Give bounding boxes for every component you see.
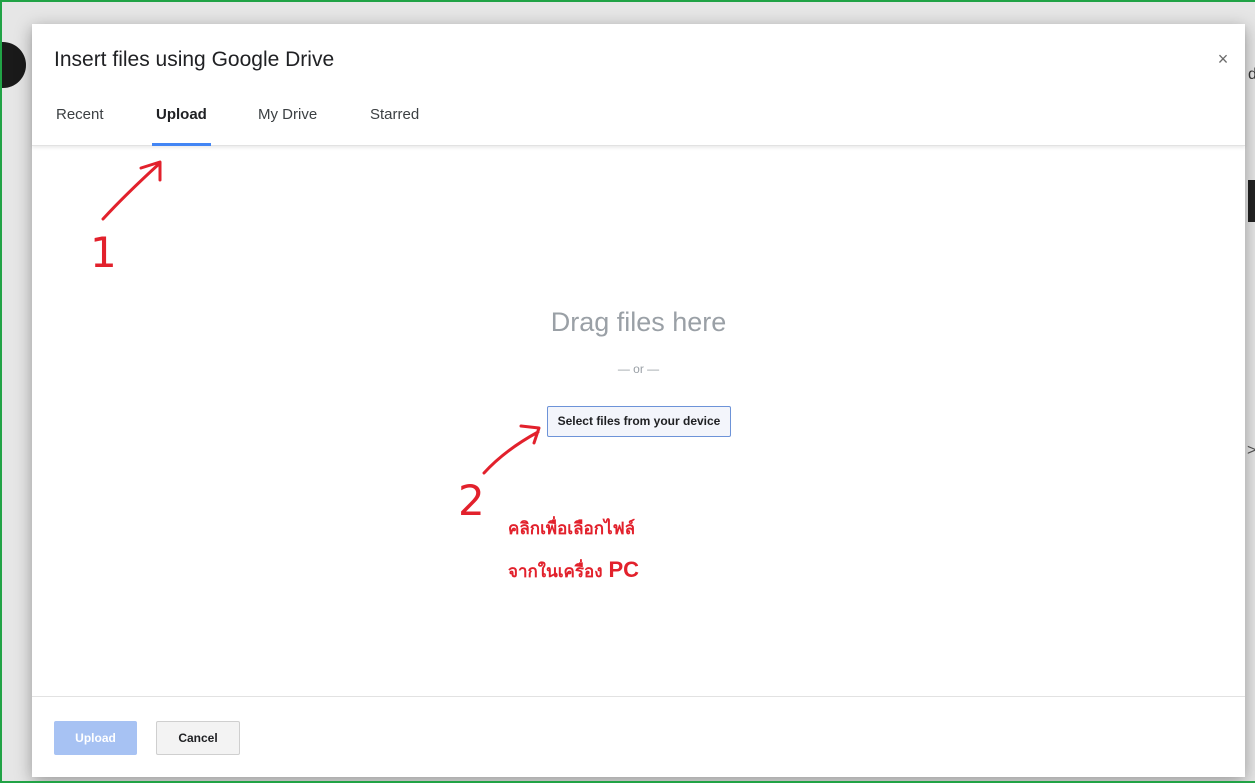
- tab-label: Recent: [56, 106, 104, 123]
- insert-files-dialog: Insert files using Google Drive × Recent…: [32, 24, 1245, 777]
- tab-recent[interactable]: Recent: [56, 104, 104, 146]
- dialog-title: Insert files using Google Drive: [54, 48, 335, 71]
- drop-zone-title: Drag files here: [550, 307, 727, 337]
- tab-starred[interactable]: Starred: [370, 104, 419, 146]
- annotation-text-line2: จากในเครื่อง PC: [508, 557, 639, 585]
- annotation-step-1: 1: [90, 228, 117, 277]
- select-files-button[interactable]: Select files from your device: [547, 406, 731, 437]
- tab-my-drive[interactable]: My Drive: [258, 104, 317, 146]
- background-text-mid: >: [1247, 442, 1255, 459]
- dialog-footer: Upload Cancel: [32, 696, 1245, 777]
- drop-zone-or: — or —: [617, 362, 660, 376]
- upload-button[interactable]: Upload: [54, 721, 137, 755]
- background-dark-bar: [1248, 180, 1255, 222]
- dialog-header: Insert files using Google Drive × Recent…: [32, 24, 1245, 146]
- annotation-text-line2-thai: จากในเครื่อง: [508, 562, 603, 582]
- tab-upload[interactable]: Upload: [152, 104, 211, 146]
- active-tab-underline: [152, 143, 211, 146]
- close-icon[interactable]: ×: [1212, 48, 1234, 70]
- tab-label: My Drive: [258, 106, 318, 123]
- cancel-button[interactable]: Cancel: [156, 721, 240, 755]
- annotation-text-line1: คลิกเพื่อเลือกไฟล์: [508, 519, 636, 539]
- annotation-text-pc: PC: [608, 557, 640, 582]
- background-text-top: d: [1248, 66, 1255, 83]
- tab-bar: Recent Upload My Drive Starred: [32, 104, 632, 146]
- tab-label: Starred: [370, 106, 420, 123]
- annotation-step-2: 2: [458, 476, 485, 525]
- tab-label: Upload: [156, 106, 207, 123]
